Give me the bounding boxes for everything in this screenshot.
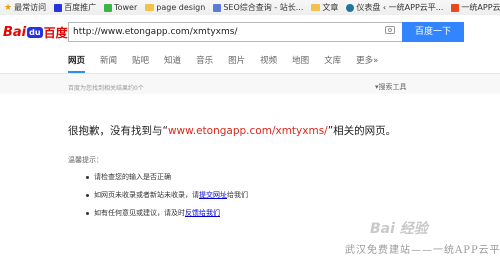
tab-video[interactable]: 视频 <box>260 54 277 68</box>
wordpress-icon <box>346 3 355 12</box>
search-tools-label: 搜索工具 <box>378 83 407 91</box>
not-found-url: www.etongapp.com/xmtyxms/ <box>167 125 328 137</box>
folder-icon <box>145 4 155 11</box>
baidu-icon <box>54 3 63 12</box>
logo-paw-icon: du <box>27 27 43 38</box>
tip-text: 请检查您的输入是否正确 <box>94 173 171 181</box>
bookmark-label: 一统APP云平台 <box>461 3 500 12</box>
tab-web[interactable]: 网页 <box>68 54 86 73</box>
submit-url-link[interactable]: 提交网址 <box>199 190 227 200</box>
site-icon <box>451 3 460 12</box>
bookmark-page-design[interactable]: page design <box>145 3 205 12</box>
tip-item: 请检查您的输入是否正确 <box>86 172 171 182</box>
bookmark-label: 最常访问 <box>14 3 47 12</box>
tip-item: 如有任何意见或建议，请及时 反馈给我们 <box>86 208 220 218</box>
watermark-text: 武汉免费建站——一统APP云平台 <box>345 245 500 256</box>
search-input[interactable]: http://www.etongapp.com/xmtyxms/ <box>68 22 402 42</box>
bookmark-label: 文章 <box>322 3 339 12</box>
bookmarks-bar: ★ 最常访问 百度推广 Tower page design SEO综合查询 - 站… <box>0 0 500 16</box>
bookmark-label: 仪表盘 ‹ 一统APP云平... <box>356 3 444 12</box>
search-tools-button[interactable]: ▾搜索工具 <box>375 82 407 92</box>
tab-wenku[interactable]: 文库 <box>324 54 341 68</box>
bookmark-label: 百度推广 <box>64 3 97 12</box>
not-found-message: 很抱歉，没有找到与“www.etongapp.com/xmtyxms/”相关的网… <box>68 123 396 138</box>
logo-cn: 百度 <box>43 26 68 40</box>
tab-zhidao[interactable]: 知道 <box>164 54 181 68</box>
tip-text: 如网页未收录或者新站未收录，请 <box>94 191 199 199</box>
tab-maps[interactable]: 地图 <box>292 54 309 68</box>
baidu-logo[interactable]: Bai du 百度 <box>3 24 68 41</box>
result-count: 百度为您找到相关结果约0个 <box>68 85 144 92</box>
bookmark-etong[interactable]: 一统APP云平台 <box>451 2 500 13</box>
bookmark-label: SEO综合查询 - 站长... <box>223 3 304 12</box>
star-icon: ★ <box>4 2 13 13</box>
bookmark-most-visited[interactable]: ★ 最常访问 <box>4 2 46 13</box>
bullet-icon <box>86 211 89 215</box>
tip-text: 如有任何意见或建议，请及时 <box>94 209 185 217</box>
tab-tieba[interactable]: 贴吧 <box>132 54 149 68</box>
watermark-logo: Bai 经验 <box>370 221 428 237</box>
bookmark-dashboard[interactable]: 仪表盘 ‹ 一统APP云平... <box>346 2 443 13</box>
tab-news[interactable]: 新闻 <box>100 54 117 68</box>
tab-more[interactable]: 更多» <box>356 54 378 68</box>
search-button[interactable]: 百度一下 <box>402 22 464 42</box>
folder-icon <box>311 4 321 11</box>
tip-text-after: 给我们 <box>227 191 248 199</box>
bookmark-articles[interactable]: 文章 <box>311 2 338 13</box>
camera-icon[interactable] <box>385 26 395 34</box>
bookmark-baidu-promo[interactable]: 百度推广 <box>54 2 96 13</box>
bookmark-tower[interactable]: Tower <box>104 3 137 12</box>
not-found-prefix: 很抱歉，没有找到与“ <box>68 125 168 137</box>
tab-music[interactable]: 音乐 <box>196 54 213 68</box>
bookmark-label: page design <box>156 3 206 12</box>
bookmark-label: Tower <box>114 3 138 12</box>
tab-images[interactable]: 图片 <box>228 54 245 68</box>
feedback-link[interactable]: 反馈给我们 <box>185 208 220 218</box>
bullet-icon <box>86 193 89 197</box>
logo-bai: Bai <box>3 25 27 40</box>
search-tabs: 网页 新闻 贴吧 知道 音乐 图片 视频 地图 文库 更多» <box>68 54 393 73</box>
bookmark-seo[interactable]: SEO综合查询 - 站长... <box>213 2 303 13</box>
seo-icon <box>213 3 222 12</box>
tips-title: 温馨提示： <box>68 156 103 164</box>
tip-item: 如网页未收录或者新站未收录，请 提交网址 给我们 <box>86 190 248 200</box>
tower-icon <box>104 3 113 12</box>
bullet-icon <box>86 175 89 179</box>
not-found-suffix: ”相关的网页。 <box>327 125 397 137</box>
